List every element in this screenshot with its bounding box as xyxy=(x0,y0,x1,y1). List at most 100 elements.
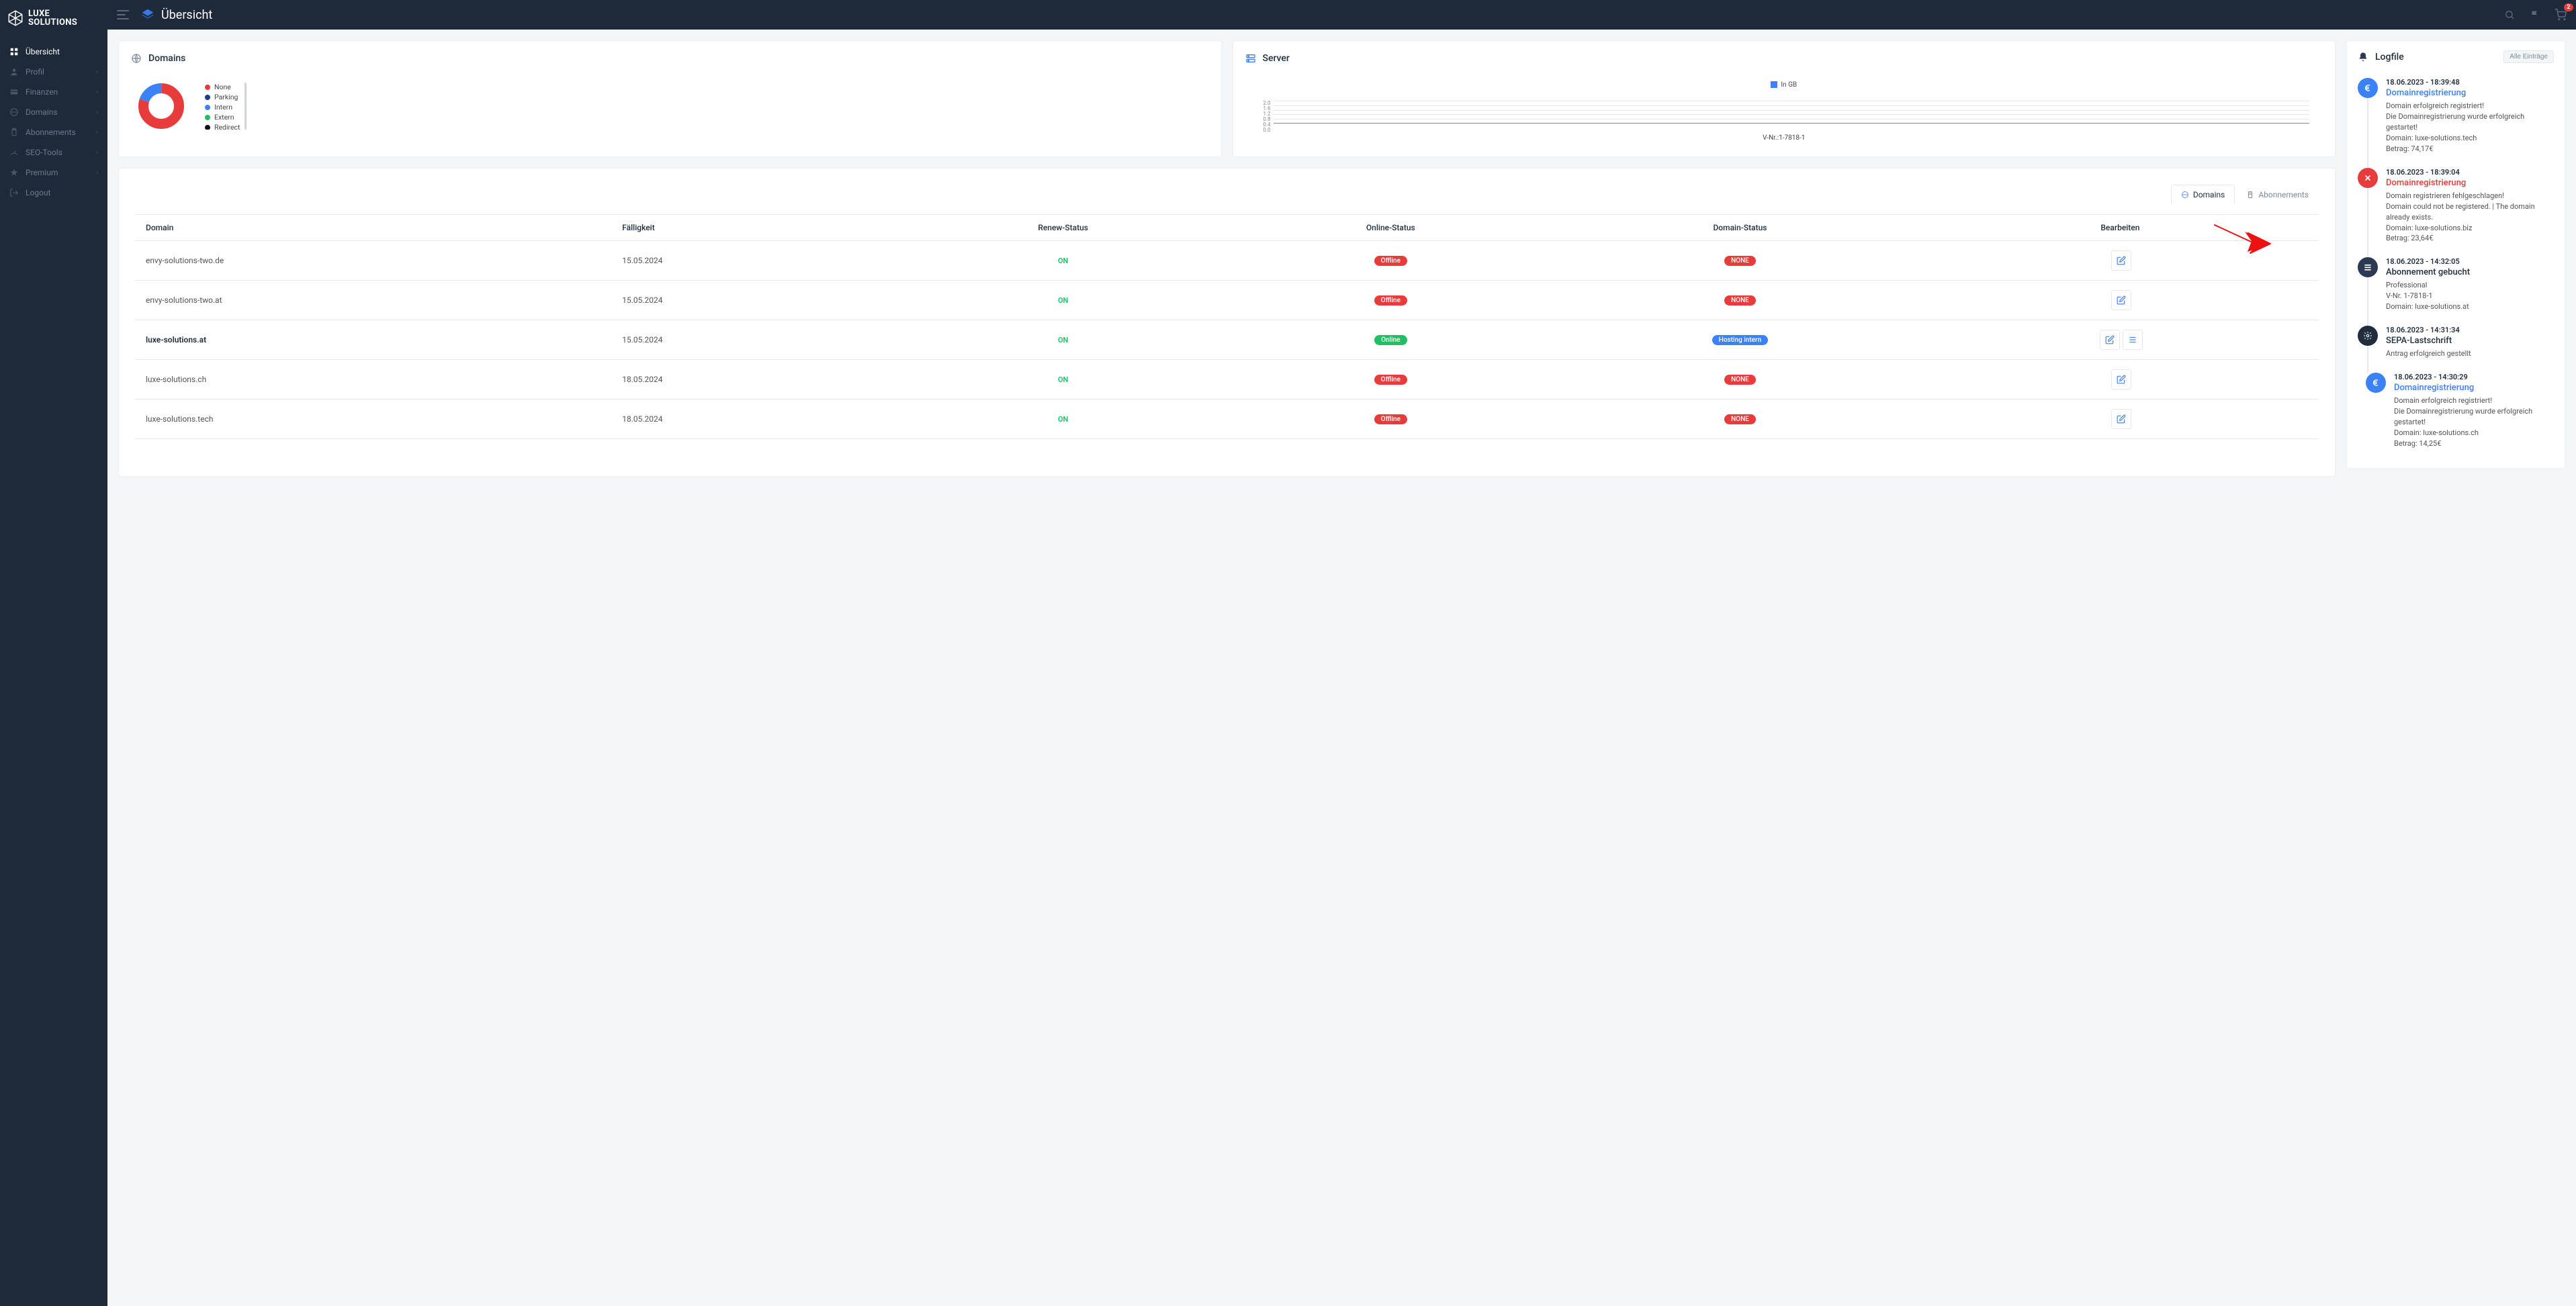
sidebar-item-label: Profil xyxy=(26,67,44,77)
chevron-right-icon: › xyxy=(96,89,98,96)
log-title[interactable]: Domainregistrierung xyxy=(2394,383,2554,393)
search-icon[interactable] xyxy=(2503,9,2516,21)
clip-icon xyxy=(9,128,19,137)
sidebar-item-label: SEO-Tools xyxy=(26,148,62,157)
sidebar-item-label: Premium xyxy=(26,168,58,177)
logfile-all-button[interactable]: Alle Einträge xyxy=(2503,50,2554,63)
cart-icon[interactable]: 2 xyxy=(2555,9,2567,21)
cell-renew: ON xyxy=(899,320,1227,360)
tab-abonnements[interactable]: Abonnements xyxy=(2236,185,2319,205)
edit-button[interactable] xyxy=(2100,330,2120,350)
tab-domains[interactable]: Domains xyxy=(2171,185,2235,205)
cell-due: 18.05.2024 xyxy=(615,360,899,400)
tab-domains-label: Domains xyxy=(2193,190,2225,199)
logfile-title: Logfile xyxy=(2375,52,2404,62)
cell-actions xyxy=(1926,360,2319,400)
chevron-right-icon: › xyxy=(96,68,98,76)
cell-renew: ON xyxy=(899,400,1227,439)
log-time: 18.06.2023 - 14:31:34 xyxy=(2386,326,2554,334)
sidebar-item-premium[interactable]: Premium › xyxy=(0,162,107,183)
log-title[interactable]: Domainregistrierung xyxy=(2386,88,2554,98)
euro-icon xyxy=(2366,373,2386,393)
list-icon xyxy=(2358,257,2378,277)
domains-card-title: Domains xyxy=(148,53,185,64)
logo[interactable]: LUXESOLUTIONS xyxy=(0,0,107,36)
domains-table: Domain Fälligkeit Renew-Status Online-St… xyxy=(135,214,2319,439)
flag-icon[interactable] xyxy=(2529,9,2541,21)
sidebar-item-logout[interactable]: Logout xyxy=(0,183,107,203)
th-domain: Domain xyxy=(135,215,615,241)
log-title[interactable]: SEPA-Lastschrift xyxy=(2386,336,2554,346)
log-desc: Antrag erfolgreich gestellt xyxy=(2386,348,2554,359)
cell-dstatus: NONE xyxy=(1554,241,1926,281)
sidebar-item-seo-tools[interactable]: SEO-Tools› xyxy=(0,142,107,162)
table-row: luxe-solutions.ch18.05.2024ONOfflineNONE xyxy=(135,360,2319,400)
th-edit: Bearbeiten xyxy=(1926,215,2319,241)
log-item: 18.06.2023 - 14:30:29 Domainregistrierung… xyxy=(2358,369,2554,459)
cell-due: 15.05.2024 xyxy=(615,241,899,281)
topbar: Übersicht 2 xyxy=(107,0,2576,30)
main: Übersicht 2 xyxy=(107,0,2576,1306)
cell-due: 15.05.2024 xyxy=(615,281,899,320)
menu-toggle[interactable] xyxy=(117,10,129,19)
cell-dstatus: NONE xyxy=(1554,400,1926,439)
server-card: Server In GB 2.01.61.20.80.40.0 xyxy=(1233,40,2336,157)
log-title[interactable]: Domainregistrierung xyxy=(2386,178,2554,188)
table-row: envy-solutions-two.de15.05.2024ONOffline… xyxy=(135,241,2319,281)
cell-online: Offline xyxy=(1227,241,1554,281)
log-item: 18.06.2023 - 18:39:48Domainregistrierung… xyxy=(2358,74,2554,164)
globe-icon xyxy=(131,53,142,64)
edit-button[interactable] xyxy=(2111,409,2131,429)
chevron-right-icon: › xyxy=(96,169,98,177)
table-row: envy-solutions-two.at15.05.2024ONOffline… xyxy=(135,281,2319,320)
domains-card: Domains NoneParkingInternExternRedirect xyxy=(118,40,1222,157)
cell-renew: ON xyxy=(899,241,1227,281)
log-title[interactable]: Abonnement gebucht xyxy=(2386,267,2554,277)
sidebar-item-label: Abonnements xyxy=(26,128,76,137)
log-item: 18.06.2023 - 18:39:04Domainregistrierung… xyxy=(2358,164,2554,254)
nav-list: ÜbersichtProfil›Finanzen›Domains›Abonnem… xyxy=(0,36,107,208)
sidebar-item-profil[interactable]: Profil › xyxy=(0,62,107,82)
edit-button[interactable] xyxy=(2111,369,2131,389)
server-plot xyxy=(1274,101,2310,124)
log-desc: Domain erfolgreich registriert!Die Domai… xyxy=(2386,101,2554,154)
sidebar-item-domains[interactable]: Domains › xyxy=(0,102,107,122)
cell-domain: luxe-solutions.ch xyxy=(135,360,615,400)
legend-row: Extern xyxy=(205,113,240,122)
page-title-wrap: Übersicht xyxy=(141,8,212,22)
cell-domain: luxe-solutions.at xyxy=(135,320,615,360)
sidebar-item-label: Domains xyxy=(26,107,58,117)
brand-text: LUXESOLUTIONS xyxy=(28,9,75,27)
logout-icon xyxy=(9,188,19,197)
log-time: 18.06.2023 - 14:30:29 xyxy=(2394,373,2554,381)
sidebar-item-label: Übersicht xyxy=(26,47,60,56)
sidebar-item-label: Logout xyxy=(26,188,50,197)
content: Domains NoneParkingInternExternRedirect xyxy=(107,30,2576,1306)
cell-due: 15.05.2024 xyxy=(615,320,899,360)
gauge-icon xyxy=(9,148,19,157)
list-button[interactable] xyxy=(2123,330,2143,350)
edit-button[interactable] xyxy=(2111,250,2131,271)
legend-row: None xyxy=(205,83,240,91)
log-time: 18.06.2023 - 18:39:04 xyxy=(2386,168,2554,177)
sidebar-item-abonnements[interactable]: Abonnements› xyxy=(0,122,107,142)
th-dstatus: Domain-Status xyxy=(1554,215,1926,241)
sidebar-item-finanzen[interactable]: Finanzen› xyxy=(0,82,107,102)
euro-icon xyxy=(2358,78,2378,98)
th-renew: Renew-Status xyxy=(899,215,1227,241)
cell-actions xyxy=(1926,400,2319,439)
card-icon xyxy=(9,87,19,97)
cell-renew: ON xyxy=(899,360,1227,400)
sidebar-item-übersicht[interactable]: Übersicht xyxy=(0,42,107,62)
chevron-right-icon: › xyxy=(96,109,98,116)
cell-online: Online xyxy=(1227,320,1554,360)
cell-domain: envy-solutions-two.at xyxy=(135,281,615,320)
globe-icon xyxy=(9,107,19,117)
edit-button[interactable] xyxy=(2111,290,2131,310)
log-desc: Domain registrieren fehlgeschlagen!Domai… xyxy=(2386,191,2554,244)
server-yaxis: 2.01.61.20.80.40.0 xyxy=(1259,101,1274,124)
tab-abonnements-label: Abonnements xyxy=(2258,190,2309,199)
sidebar: LUXESOLUTIONS ÜbersichtProfil›Finanzen›D… xyxy=(0,0,107,1306)
server-xaxis: V-Nr.:1-7818-1 xyxy=(1259,134,2310,142)
cell-domain: envy-solutions-two.de xyxy=(135,241,615,281)
